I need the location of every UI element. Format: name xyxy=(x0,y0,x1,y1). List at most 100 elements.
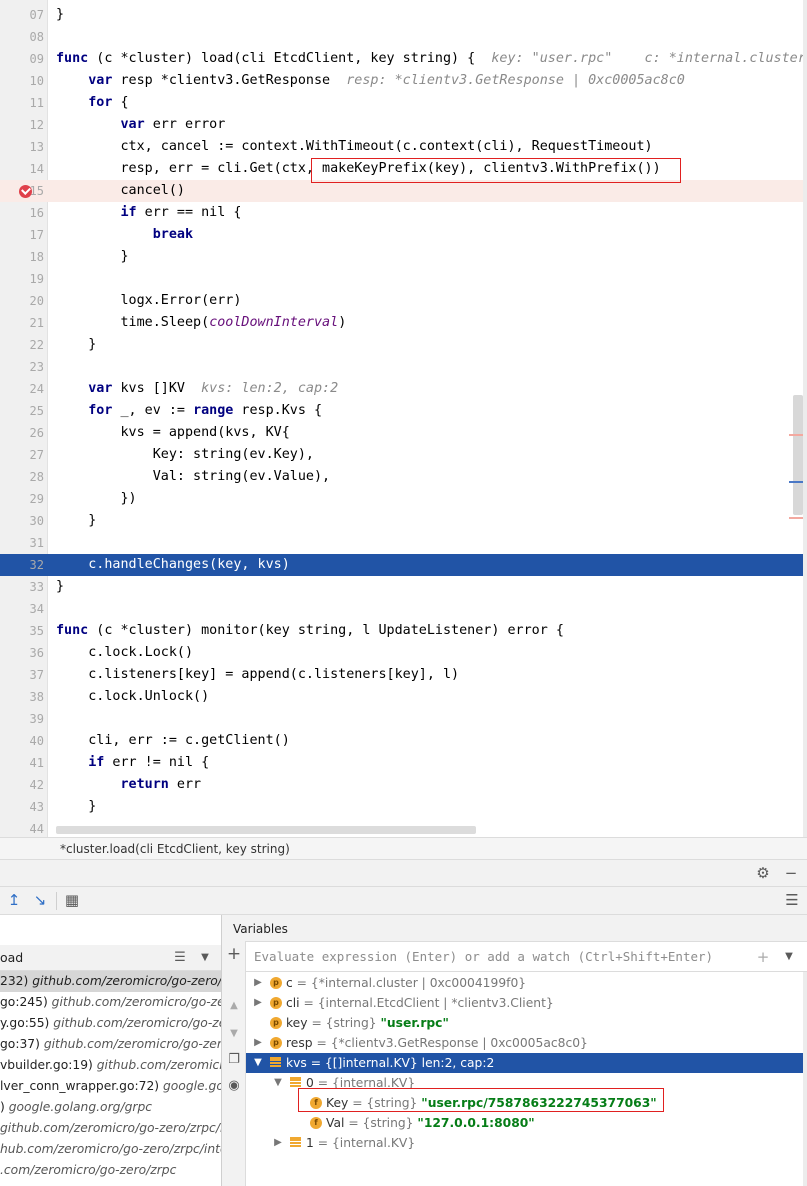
code-line[interactable]: 39 xyxy=(0,708,803,730)
code-line[interactable]: 09 func (c *cluster) load(cli EtcdClient,… xyxy=(0,48,806,70)
goroutine-selector-label[interactable]: oad xyxy=(0,950,23,965)
line-number: 28 xyxy=(29,470,44,484)
code-line[interactable]: 35 func (c *cluster) monitor(key string, … xyxy=(0,620,803,642)
code-line[interactable]: 29 }) xyxy=(0,488,803,510)
variable-row[interactable]: ▶ p resp = {*clientv3.GetResponse | 0xc000… xyxy=(246,1033,803,1053)
variable-name: resp xyxy=(286,1036,313,1050)
line-number: 22 xyxy=(29,338,44,352)
stack-frame-row[interactable]: hub.com/zeromicro/go-zero/zrpc/inte xyxy=(0,1139,221,1160)
code-line[interactable]: 37 c.listeners[key] = append(c.listeners… xyxy=(0,664,803,686)
chevron-down-icon[interactable]: ▼ xyxy=(196,949,214,967)
code-line[interactable]: 17 break xyxy=(0,224,803,246)
move-up-icon[interactable]: ▲ xyxy=(225,997,243,1015)
code-token: err xyxy=(168,777,202,792)
code-line[interactable]: 10 var resp *clientv3.GetResponse resp: … xyxy=(0,70,803,92)
code-line[interactable]: 23 xyxy=(0,356,803,378)
history-dropdown-icon[interactable]: ▼ xyxy=(780,948,798,966)
run-to-cursor-icon[interactable]: ↘ xyxy=(31,891,49,909)
editor-vertical-scrollbar[interactable] xyxy=(793,395,803,515)
code-line[interactable]: 12 var err error xyxy=(0,114,803,136)
variable-row[interactable]: ▼ kvs = {[]internal.KV} len:2, cap:2 xyxy=(246,1053,803,1073)
execution-line[interactable]: 32 c.handleChanges(key, kvs) xyxy=(0,554,803,576)
code-line[interactable]: 34 xyxy=(0,598,803,620)
code-line[interactable]: 25 for _, ev := range resp.Kvs { xyxy=(0,400,803,422)
code-line[interactable]: 24 var kvs []KV kvs: len:2, cap:2 xyxy=(0,378,803,400)
step-out-icon[interactable]: ↥ xyxy=(5,891,23,909)
move-down-icon[interactable]: ▼ xyxy=(225,1025,243,1043)
variable-row[interactable]: f Val = {string} "127.0.0.1:8080" xyxy=(246,1113,803,1133)
code-text: func (c *cluster) monitor(key string, l … xyxy=(56,620,564,642)
line-number: 37 xyxy=(29,668,44,682)
stack-frame-row[interactable]: ) google.golang.org/grpc xyxy=(0,1097,221,1118)
variable-row[interactable]: p key = {string} "user.rpc" xyxy=(246,1013,803,1033)
line-number: 32 xyxy=(29,558,44,572)
line-number: 36 xyxy=(29,646,44,660)
variable-text: key = {string} "user.rpc" xyxy=(286,1013,449,1033)
breakpoint-line[interactable]: 15 cancel() xyxy=(0,180,803,202)
code-line[interactable]: 08 xyxy=(0,26,803,48)
evaluate-table-icon[interactable]: ▦ xyxy=(63,891,81,909)
evaluate-expression-input[interactable] xyxy=(246,942,746,971)
code-line[interactable]: 20 logx.Error(err) xyxy=(0,290,803,312)
breakpoint-icon[interactable] xyxy=(19,185,32,198)
code-token: } xyxy=(56,579,65,594)
code-line[interactable]: 41 if err != nil { xyxy=(0,752,803,774)
chevron-down-icon[interactable]: ▼ xyxy=(272,1073,284,1093)
add-to-watches-icon[interactable]: + xyxy=(754,948,772,966)
code-line[interactable]: 22 } xyxy=(0,334,803,356)
chevron-right-icon[interactable]: ▶ xyxy=(252,993,264,1013)
variable-row[interactable]: ▶ p c = {*internal.cluster | 0xc0004199f0} xyxy=(246,973,803,993)
code-text: func (c *cluster) load(cli EtcdClient, k… xyxy=(56,48,806,70)
line-number: 08 xyxy=(29,30,44,44)
code-line[interactable]: 16 if err == nil { xyxy=(0,202,803,224)
code-editor[interactable]: 07} 08 09 func (c *cluster) load(cli EtcdCl… xyxy=(0,0,807,837)
stack-frame-row[interactable]: lver_conn_wrapper.go:72) google.gola xyxy=(0,1076,221,1097)
add-watch-icon[interactable]: + xyxy=(225,945,243,963)
stack-frame-row[interactable]: 232) github.com/zeromicro/go-zero/co xyxy=(0,971,221,992)
chevron-right-icon[interactable]: ▶ xyxy=(252,1033,264,1053)
stack-frame-row[interactable]: .com/zeromicro/go-zero/zrpc xyxy=(0,1160,221,1181)
variable-row[interactable]: ▶ p cli = {internal.EtcdClient | *clientv3… xyxy=(246,993,803,1013)
code-line[interactable]: 30 } xyxy=(0,510,803,532)
chevron-right-icon[interactable]: ▶ xyxy=(272,1133,284,1153)
copy-icon[interactable]: ❐ xyxy=(225,1051,243,1069)
line-number: 42 xyxy=(29,778,44,792)
editor-horizontal-scrollbar[interactable] xyxy=(56,826,476,834)
list-icon[interactable]: ☰ xyxy=(171,949,189,967)
frames-header: oad ☰ ▼ xyxy=(0,945,221,971)
stack-frame-row[interactable]: github.com/zeromicro/go-zero/zrpc/in xyxy=(0,1118,221,1139)
code-text: if err == nil { xyxy=(56,202,242,224)
view-icon[interactable]: ◉ xyxy=(225,1077,243,1095)
code-line[interactable]: 18 } xyxy=(0,246,803,268)
code-line[interactable]: 31 xyxy=(0,532,803,554)
code-line[interactable]: 19 xyxy=(0,268,803,290)
code-line[interactable]: 43 } xyxy=(0,796,803,818)
code-line[interactable]: 42 return err xyxy=(0,774,803,796)
code-line[interactable]: 36 c.lock.Lock() xyxy=(0,642,803,664)
code-line[interactable]: 40 cli, err := c.getClient() xyxy=(0,730,803,752)
code-token: err == nil { xyxy=(136,205,242,220)
chevron-right-icon[interactable]: ▶ xyxy=(252,973,264,993)
code-line[interactable]: 38 c.lock.Unlock() xyxy=(0,686,803,708)
gear-icon[interactable]: ⚙ xyxy=(754,864,772,882)
code-line[interactable]: 21 time.Sleep(coolDownInterval) xyxy=(0,312,803,334)
code-text: cancel() xyxy=(56,180,185,202)
code-line[interactable]: 33} xyxy=(0,576,803,598)
layout-options-icon[interactable]: ☰ xyxy=(783,891,801,909)
code-line[interactable]: 11 for { xyxy=(0,92,803,114)
variable-row[interactable]: ▶ 1 = {internal.KV} xyxy=(246,1133,803,1153)
stack-frame-row[interactable]: go:37) github.com/zeromicro/go-zero xyxy=(0,1034,221,1055)
variable-text: c = {*internal.cluster | 0xc0004199f0} xyxy=(286,973,526,993)
field-icon: f xyxy=(310,1117,322,1129)
stack-frame-row[interactable]: go:245) github.com/zeromicro/go-zero xyxy=(0,992,221,1013)
chevron-down-icon[interactable]: ▼ xyxy=(252,1053,264,1073)
breadcrumb-text[interactable]: *cluster.load(cli EtcdClient, key string… xyxy=(60,842,290,856)
code-line[interactable]: 26 kvs = append(kvs, KV{ xyxy=(0,422,803,444)
stack-frame-row[interactable]: vbuilder.go:19) github.com/zeromicro/ xyxy=(0,1055,221,1076)
code-line[interactable]: 27 Key: string(ev.Key), xyxy=(0,444,803,466)
stack-frame-row[interactable]: y.go:55) github.com/zeromicro/go-zer xyxy=(0,1013,221,1034)
minimize-icon[interactable]: − xyxy=(782,864,800,882)
code-line[interactable]: 13 ctx, cancel := context.WithTimeout(c.… xyxy=(0,136,803,158)
code-line[interactable]: 07} xyxy=(0,4,803,26)
code-line[interactable]: 28 Val: string(ev.Value), xyxy=(0,466,803,488)
